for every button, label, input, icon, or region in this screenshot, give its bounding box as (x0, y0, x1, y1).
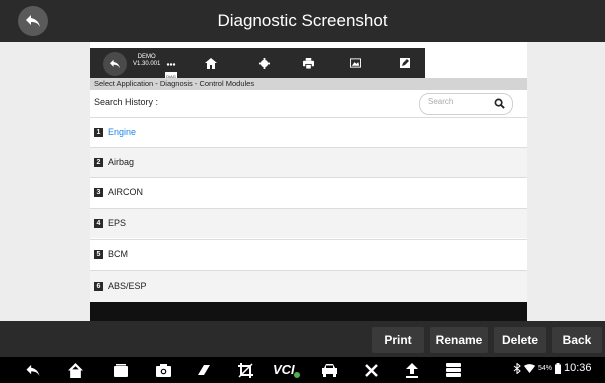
item-number: 1 (94, 128, 103, 137)
left-margin (0, 42, 90, 321)
status-area: 54% 10:36 (513, 362, 592, 374)
list-item: 2 Airbag (90, 147, 527, 177)
item-label: Airbag (108, 157, 135, 167)
gear-icon (253, 52, 275, 74)
version-label: V1.30.001 (133, 61, 161, 67)
clock: 10:36 (564, 362, 592, 374)
list-item: 6 ABS/ESP (90, 270, 527, 302)
item-label: AIRCON (108, 187, 144, 197)
item-number: 2 (94, 158, 103, 167)
search-history-label: Search History : (94, 97, 159, 107)
item-label: EPS (108, 218, 127, 228)
screenshot-crop-icon[interactable] (234, 361, 256, 379)
software-badge: DIAG (165, 54, 177, 82)
list-item: 1 Engine (90, 117, 527, 147)
reply-arrow-icon (110, 59, 120, 69)
demo-label: DEMO (137, 54, 156, 60)
home-icon[interactable] (64, 361, 86, 379)
item-label: ABS/ESP (108, 281, 147, 291)
camera-icon[interactable] (152, 361, 174, 379)
back-arrow-icon[interactable] (22, 361, 44, 379)
battery-icon (555, 362, 562, 374)
item-number: 5 (94, 250, 103, 259)
printer-icon (297, 52, 319, 74)
browser-icon[interactable] (193, 361, 215, 379)
search-icon (494, 96, 506, 109)
reply-arrow-icon (26, 15, 40, 27)
right-margin (527, 42, 605, 321)
recent-apps-icon[interactable] (110, 361, 132, 379)
wifi-icon (524, 363, 535, 373)
page-title: Diagnostic Screenshot (217, 11, 388, 30)
item-label: BCM (108, 249, 128, 259)
breadcrumb: Select Application - Diagnosis - Control… (90, 78, 527, 90)
menu-list-icon[interactable] (442, 361, 464, 379)
header-back-button[interactable] (18, 6, 48, 36)
item-number: 6 (94, 282, 103, 291)
toolbar-right-blank (425, 48, 527, 78)
inner-back-button (103, 52, 127, 76)
delete-button[interactable]: Delete (494, 327, 546, 353)
svg-text:VCI: VCI (273, 362, 295, 377)
search-placeholder: Search (428, 97, 454, 106)
item-number: 3 (94, 188, 103, 197)
image-icon (344, 52, 366, 74)
edit-icon (394, 52, 416, 74)
upload-icon[interactable] (401, 361, 423, 379)
list-item: 5 BCM (90, 239, 527, 269)
home-icon (200, 52, 222, 74)
item-label: Engine (108, 127, 137, 137)
back-button[interactable]: Back (552, 327, 602, 353)
print-button[interactable]: Print (372, 327, 424, 353)
demo-version: DEMO V1.30.001 (133, 54, 160, 68)
list-item: 3 AIRCON (90, 177, 527, 207)
vci-icon[interactable]: VCI (272, 361, 302, 379)
bluetooth-icon (513, 362, 521, 374)
item-number: 4 (94, 219, 103, 228)
car-icon[interactable] (318, 361, 340, 379)
dots-icon (166, 63, 176, 66)
list-footer (90, 302, 527, 321)
battery-percent: 54% (538, 364, 553, 372)
list-item: 4 EPS (90, 208, 527, 238)
tools-icon[interactable] (360, 361, 382, 379)
rename-button[interactable]: Rename (430, 327, 488, 353)
